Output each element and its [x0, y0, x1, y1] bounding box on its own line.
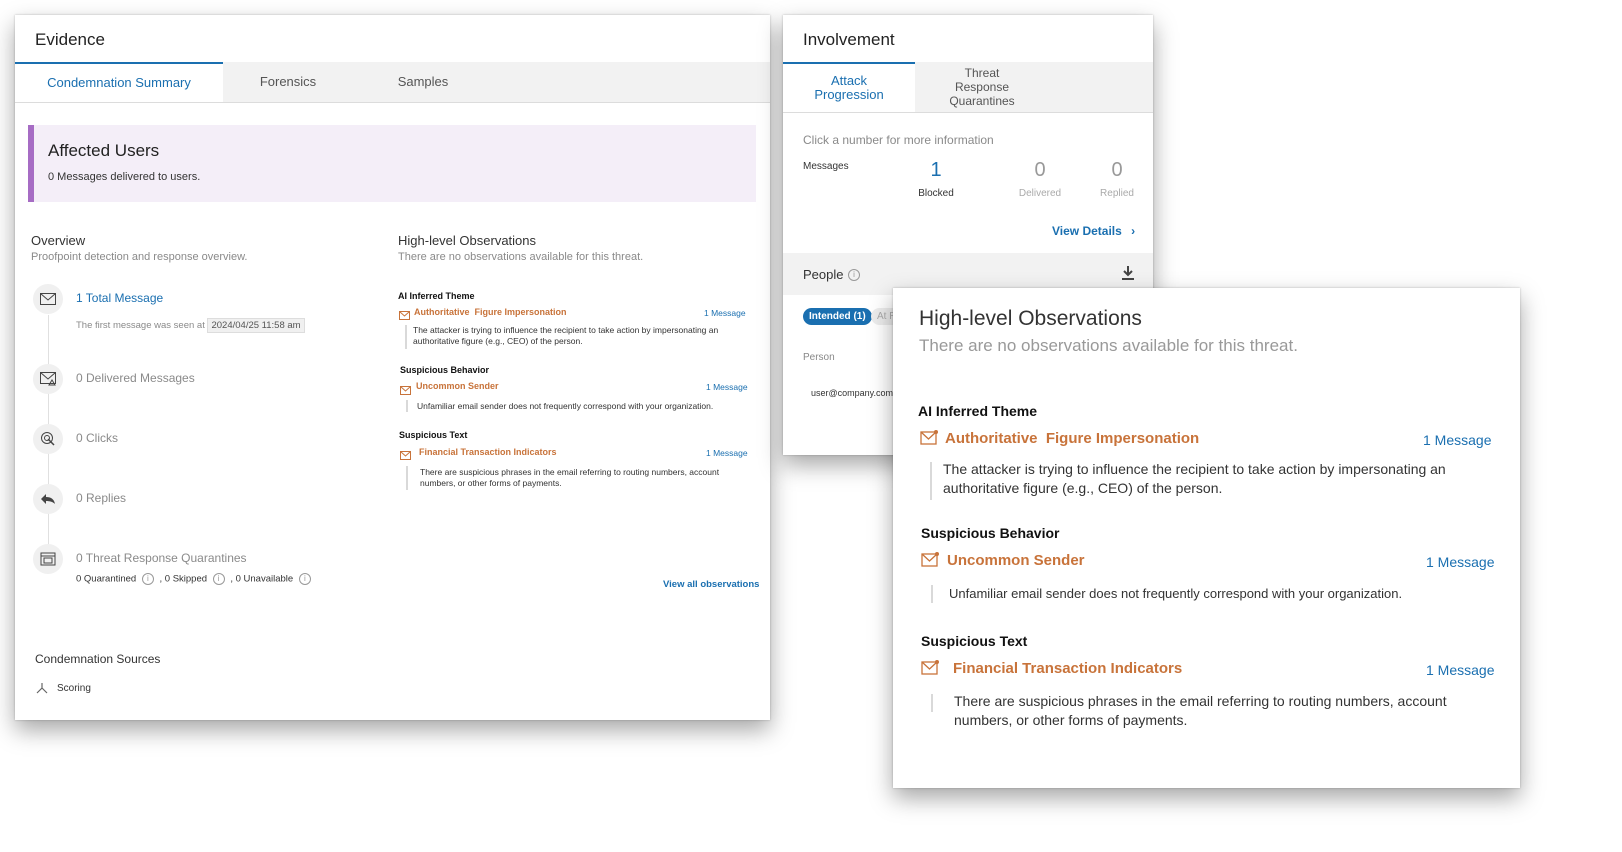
reply-icon: [33, 484, 63, 514]
observation-description: The attacker is trying to influence the …: [413, 325, 719, 346]
observation-description: Unfamiliar email sender does not frequen…: [417, 401, 714, 411]
observation-count-link[interactable]: 1 Message: [704, 308, 746, 318]
observations-zoom-card: High-level Observations There are no obs…: [893, 288, 1520, 788]
info-icon[interactable]: i: [141, 573, 154, 585]
tab-condemnation-summary[interactable]: Condemnation Summary: [15, 62, 223, 102]
zoom-observations-subtitle: There are no observations available for …: [919, 336, 1298, 355]
observation-category: AI Inferred Theme: [398, 291, 475, 301]
tab-threat-response-quarantines[interactable]: Threat Response Quarantines: [915, 62, 1049, 112]
involvement-tabbar: Attack Progression Threat Response Quara…: [783, 62, 1153, 113]
observation-category: Suspicious Text: [399, 430, 468, 440]
messages-label: Messages: [803, 161, 849, 172]
observation-name[interactable]: Authoritative Figure Impersonation: [414, 307, 567, 317]
evidence-title: Evidence: [35, 30, 105, 49]
affected-users-banner: Affected Users 0 Messages delivered to u…: [28, 125, 756, 202]
people-label: People: [803, 267, 844, 282]
click-icon: [33, 424, 63, 454]
unavailable-count: , 0 Unavailable: [230, 573, 294, 585]
zoom-observation-description-block: [931, 694, 933, 712]
observation-count-link[interactable]: 1 Message: [706, 448, 748, 458]
total-message-link[interactable]: 1 Total Message: [76, 291, 163, 305]
info-icon[interactable]: i: [298, 573, 311, 585]
mail-alert-icon: [921, 552, 939, 572]
zoom-observation-count-link[interactable]: 1 Message: [1423, 432, 1491, 448]
zoom-observations-title: High-level Observations: [919, 307, 1142, 330]
condemnation-sources-title: Condemnation Sources: [35, 652, 161, 666]
first-seen-text: The first message was seen at 2024/04/25…: [76, 318, 305, 333]
delivered-count[interactable]: 0: [1020, 159, 1060, 182]
evidence-tabbar: Condemnation Summary Forensics Samples: [15, 62, 770, 103]
scoring-icon: [36, 681, 48, 699]
person-email[interactable]: user@company.com: [811, 388, 893, 398]
zoom-observation-description: Unfamiliar email sender does not frequen…: [949, 586, 1403, 601]
blocked-label: Blocked: [918, 188, 954, 199]
skipped-count: , 0 Skipped: [159, 573, 208, 585]
observations-subtitle: There are no observations available for …: [398, 251, 644, 263]
zoom-observation-count-link[interactable]: 1 Message: [1426, 662, 1494, 678]
info-icon[interactable]: i: [212, 573, 225, 585]
delivered-messages: 0 Delivered Messages: [76, 371, 195, 385]
download-icon[interactable]: [1121, 265, 1135, 286]
threat-response-quarantines: 0 Threat Response Quarantines: [76, 551, 247, 565]
overview-subtitle: Proofpoint detection and response overvi…: [31, 251, 248, 263]
tab-forensics[interactable]: Forensics: [223, 62, 353, 102]
first-seen-prefix: The first message was seen at: [76, 320, 205, 331]
view-details-link[interactable]: View Details ›: [1052, 224, 1135, 238]
mail-alert-icon: [400, 382, 411, 400]
zoom-observation-description-block: [930, 462, 932, 500]
zoom-observation-category: Suspicious Text: [921, 633, 1028, 649]
quarantine-icon: [33, 544, 63, 574]
observation-description: There are suspicious phrases in the emai…: [420, 467, 720, 488]
intended-chip[interactable]: Intended (1): [803, 308, 872, 325]
observation-count-link[interactable]: 1 Message: [706, 382, 748, 392]
observation-category: Suspicious Behavior: [400, 365, 490, 375]
replies: 0 Replies: [76, 491, 127, 505]
zoom-observation-category: Suspicious Behavior: [921, 525, 1060, 541]
replied-label: Replied: [1100, 188, 1134, 199]
clicks: 0 Clicks: [76, 431, 119, 445]
zoom-observation-description: There are suspicious phrases in the emai…: [954, 693, 1447, 728]
replied-count[interactable]: 0: [1097, 159, 1137, 182]
zoom-observation-name[interactable]: Uncommon Sender: [947, 552, 1085, 569]
quarantine-counts: 0 Quarantined i , 0 Skipped i , 0 Unavai…: [76, 573, 314, 585]
chevron-right-icon: ›: [1131, 224, 1136, 238]
observation-name[interactable]: Financial Transaction Indicators: [419, 447, 557, 457]
zoom-observation-count-link[interactable]: 1 Message: [1426, 554, 1494, 570]
delivered-label: Delivered: [1018, 188, 1062, 199]
zoom-observation-name[interactable]: Financial Transaction Indicators: [953, 660, 1182, 677]
info-icon[interactable]: i: [848, 269, 860, 281]
mail-alert-icon: [400, 447, 411, 465]
click-hint: Click a number for more information: [803, 133, 994, 147]
view-details-label: View Details: [1052, 224, 1122, 238]
envelope-delivered-icon: [33, 364, 63, 394]
zoom-observation-name[interactable]: Authoritative Figure Impersonation: [945, 430, 1199, 447]
zoom-observation-description-block: [931, 585, 933, 603]
evidence-card: Evidence Condemnation Summary Forensics …: [15, 15, 770, 720]
involvement-title: Involvement: [803, 30, 895, 49]
overview-title: Overview: [31, 233, 86, 248]
mail-alert-icon: [920, 430, 938, 450]
first-seen-date: 2024/04/25 11:58 am: [207, 318, 305, 333]
person-column-header: Person: [803, 352, 835, 363]
view-all-observations-link[interactable]: View all observations: [663, 579, 759, 590]
scoring-source: Scoring: [57, 683, 91, 694]
mail-alert-icon: [921, 660, 939, 680]
affected-users-subtitle: 0 Messages delivered to users.: [48, 171, 201, 183]
observations-title: High-level Observations: [398, 233, 537, 248]
quarantined-count: 0 Quarantined: [76, 573, 137, 585]
zoom-observation-category: AI Inferred Theme: [918, 403, 1038, 419]
observation-name[interactable]: Uncommon Sender: [416, 381, 499, 391]
envelope-icon: [33, 284, 63, 314]
mail-alert-icon: [399, 307, 410, 325]
blocked-count[interactable]: 1: [916, 159, 956, 182]
zoom-observation-description: The attacker is trying to influence the …: [943, 461, 1446, 496]
tab-samples[interactable]: Samples: [353, 62, 493, 102]
tab-attack-progression[interactable]: Attack Progression: [783, 62, 915, 112]
affected-users-title: Affected Users: [48, 141, 160, 160]
